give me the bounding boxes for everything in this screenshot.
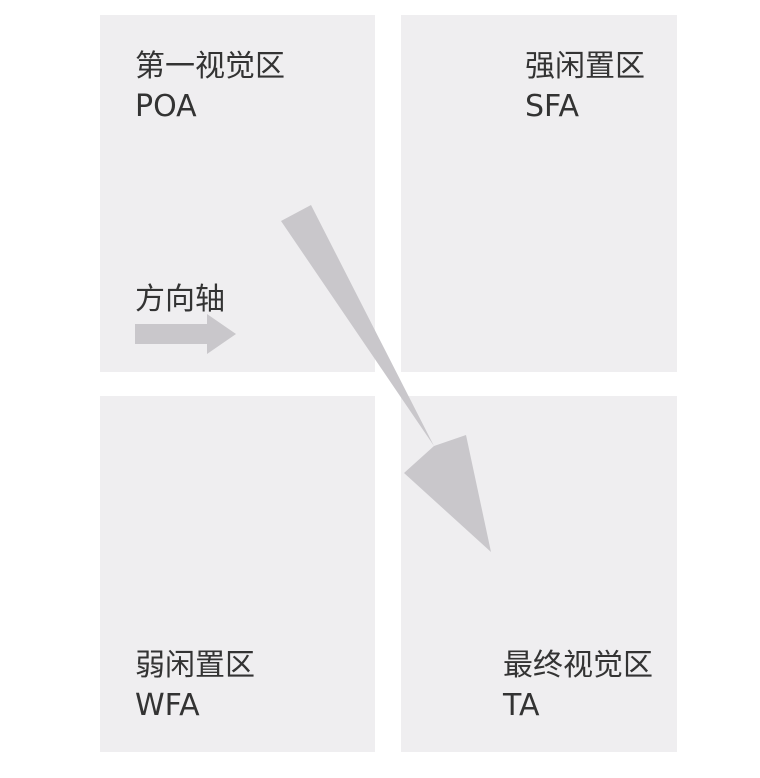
zone-label-poa-en: POA: [135, 89, 197, 124]
zone-label-wfa-zh: 弱闲置区: [135, 648, 255, 683]
zone-label-sfa: 强闲置区 SFA: [525, 47, 645, 127]
zone-label-ta-zh: 最终视觉区: [503, 648, 653, 683]
zone-label-ta: 最终视觉区 TA: [503, 646, 653, 726]
zone-label-sfa-en: SFA: [525, 89, 580, 124]
zone-label-wfa-en: WFA: [135, 688, 200, 723]
zone-label-poa: 第一视觉区 POA: [135, 47, 285, 127]
zone-label-sfa-zh: 强闲置区: [525, 49, 645, 84]
direction-axis-label: 方向轴: [135, 282, 225, 317]
zone-label-wfa: 弱闲置区 WFA: [135, 646, 255, 726]
zone-label-poa-zh: 第一视觉区: [135, 49, 285, 84]
zone-label-ta-en: TA: [503, 688, 540, 723]
